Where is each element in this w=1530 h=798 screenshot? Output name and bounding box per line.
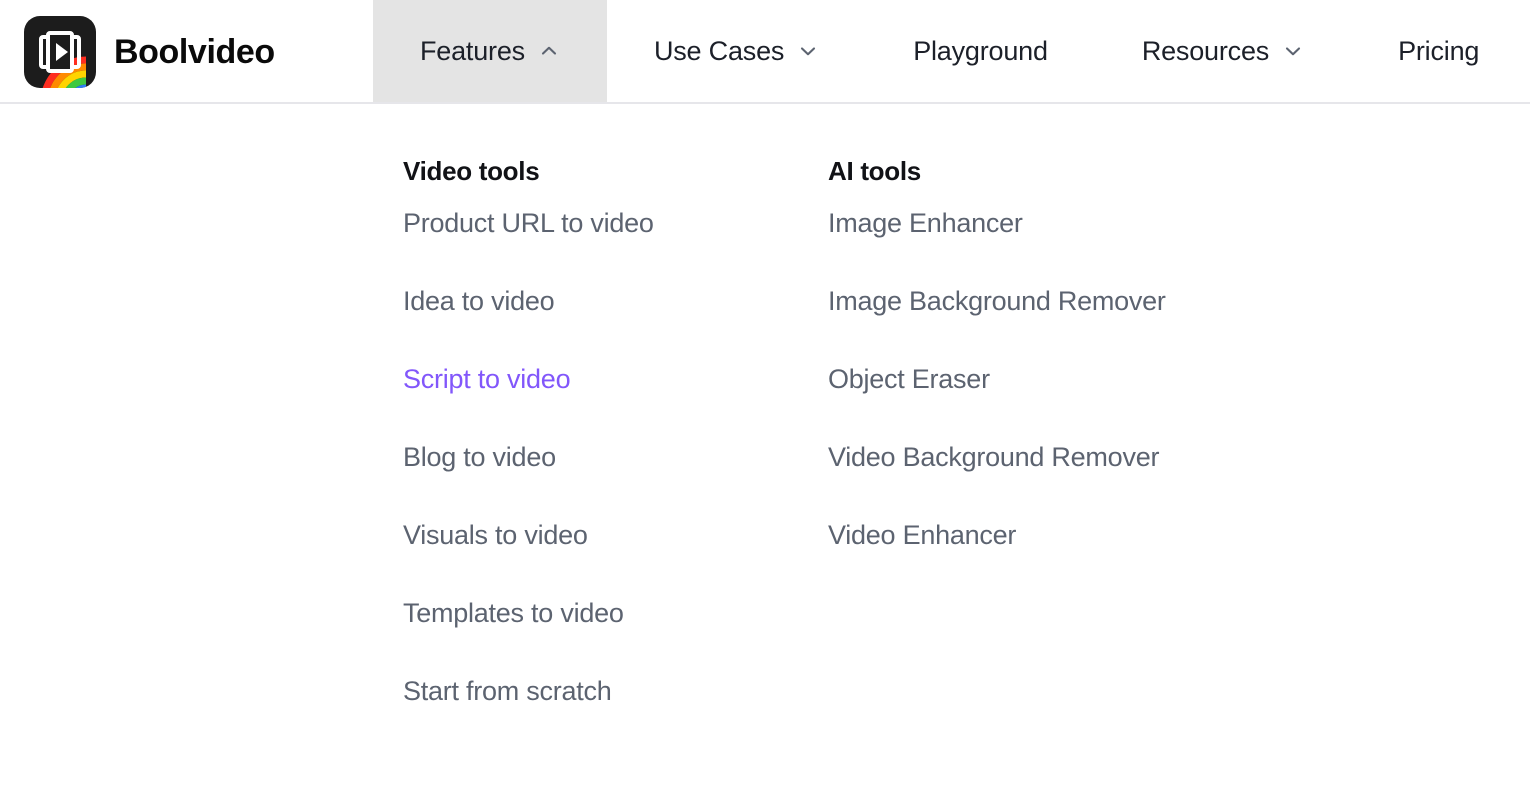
nav-item-resources[interactable]: Resources <box>1095 0 1351 102</box>
boolvideo-logo-icon <box>24 16 96 88</box>
nav-item-label: Playground <box>913 35 1048 66</box>
nav-item-label: Pricing <box>1398 35 1480 66</box>
dropdown-column-heading: Video tools <box>403 156 540 186</box>
menu-item-image-background-remover[interactable]: Image Background Remover <box>828 262 1166 340</box>
menu-item-templates-to-video[interactable]: Templates to video <box>403 574 654 652</box>
dropdown-menu-list: Product URL to video Idea to video Scrip… <box>403 184 654 730</box>
nav-item-playground[interactable]: Playground <box>866 0 1095 102</box>
nav-item-use-cases[interactable]: Use Cases <box>607 0 866 102</box>
menu-item-product-url-to-video[interactable]: Product URL to video <box>403 184 654 262</box>
chevron-down-icon[interactable] <box>1282 40 1304 62</box>
menu-item-video-background-remover[interactable]: Video Background Remover <box>828 418 1166 496</box>
menu-item-visuals-to-video[interactable]: Visuals to video <box>403 496 654 574</box>
dropdown-menu-list: Image Enhancer Image Background Remover … <box>828 184 1166 574</box>
menu-item-video-enhancer[interactable]: Video Enhancer <box>828 496 1166 574</box>
menu-item-script-to-video[interactable]: Script to video <box>403 340 654 418</box>
menu-item-blog-to-video[interactable]: Blog to video <box>403 418 654 496</box>
nav-item-features[interactable]: Features <box>373 0 607 102</box>
dropdown-column-video-tools: Video tools Product URL to video Idea to… <box>403 106 654 730</box>
brand-name: Boolvideo <box>114 33 275 71</box>
nav-item-label: Use Cases <box>653 35 785 66</box>
chevron-down-icon[interactable] <box>797 40 819 62</box>
page-root: Boolvideo Features Use Cases Playground … <box>0 0 1530 798</box>
nav-item-pricing[interactable]: Pricing <box>1351 0 1526 102</box>
chevron-up-icon[interactable] <box>538 40 560 62</box>
menu-item-start-from-scratch[interactable]: Start from scratch <box>403 652 654 730</box>
menu-item-object-eraser[interactable]: Object Eraser <box>828 340 1166 418</box>
main-navigation: Features Use Cases Playground Resources … <box>373 0 1526 102</box>
site-header: Boolvideo Features Use Cases Playground … <box>0 0 1530 104</box>
features-dropdown-panel: Video tools Product URL to video Idea to… <box>0 106 1530 798</box>
brand-logo-link[interactable]: Boolvideo <box>24 16 275 88</box>
nav-item-label: Features <box>420 35 525 66</box>
dropdown-column-ai-tools: AI tools Image Enhancer Image Background… <box>828 106 1166 574</box>
dropdown-column-heading: AI tools <box>828 156 921 186</box>
menu-item-image-enhancer[interactable]: Image Enhancer <box>828 184 1166 262</box>
nav-item-label: Resources <box>1141 35 1270 66</box>
menu-item-idea-to-video[interactable]: Idea to video <box>403 262 654 340</box>
